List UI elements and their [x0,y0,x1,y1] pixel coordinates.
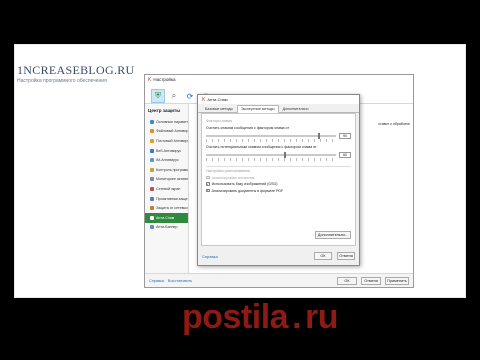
site-tagline: Настройка программного обеспечения [17,78,107,84]
ok-button[interactable]: ОК [337,276,357,285]
cancel-button[interactable]: Отмена [361,276,381,285]
group-recognition: Настройки распознавания [206,169,250,173]
scan-icon[interactable]: ⟳ [183,89,197,103]
checkbox-label: Анализировать документы в формате PDF [211,188,284,193]
divider [206,166,351,167]
settings-sidebar: Центр защиты Основные параметры Файловый … [145,104,189,273]
group-spam-factors: Факторы спама [206,119,232,123]
sidebar-item[interactable]: Проактивная защита [145,194,188,204]
side-note: ставит к обработке [378,122,410,126]
sidebar-item[interactable]: Веб-Антивирус [145,146,188,156]
sidebar-item-icon [150,186,154,191]
sidebar-item[interactable]: Мониторинг активности [145,175,188,185]
sidebar-item[interactable]: Сетевой экран [145,184,188,194]
sidebar-item[interactable]: Основные параметры [145,117,188,127]
sidebar-item-label: Проактивная защита [156,196,188,201]
sidebar-item-label: Сетевой экран [156,186,181,191]
checkbox [206,175,210,180]
slider1-label: Считать спамом сообщения с фактором спам… [206,126,290,130]
sidebar-item-icon [150,129,154,134]
sidebar-list: Основные параметры Файловый Антивирус Почт… [145,117,188,232]
sidebar-item[interactable]: Почтовый Антивирус [145,136,188,146]
watermark-dot: . [292,298,302,336]
watermark-word: postila [182,298,289,336]
sidebar-item-label: Анти-Спам [156,215,175,220]
slider2-row: 60 [206,152,351,158]
window-footer: Справка Восстановить ОК Отмена Применить [145,273,413,287]
dialog-footer: Справка ОК Отмена [198,247,359,265]
sidebar-item-label: Веб-Антивирус [156,148,182,153]
slider1-row: 90 [206,133,351,139]
dialog-tabs: Базовые методы Экспертные методы Дополни… [198,105,359,113]
recognition-checkboxes: Анализировать вложения ✓ Использовать базу… [206,176,351,193]
slider2-label: Считать потенциальным спамом сообщения с… [206,145,317,149]
window-titlebar: K Настройка [145,75,413,84]
dialog-titlebar: K Анти-Спам [198,95,359,104]
sidebar-item-label: Почтовый Антивирус [156,138,188,143]
slider1-thumb[interactable] [317,133,320,139]
sidebar-item[interactable]: Анти-Спам [145,212,188,223]
checkbox-row[interactable]: ✓ Использовать базу изображений (GSG) [206,182,351,186]
sidebar-item[interactable]: IM-Антивирус [145,155,188,165]
sidebar-item[interactable]: Защита от сетевых атак [145,203,188,213]
slider2-ticks [206,158,336,161]
sidebar-item[interactable]: Файловый Антивирус [145,127,188,137]
tab-expert[interactable]: Экспертные методы [236,105,279,113]
spam-threshold-slider[interactable] [206,133,336,139]
screenshot-frame: 1NCREASEBLOG.RU Настройка программного о… [14,44,466,298]
site-logo: 1NCREASEBLOG.RU Настройка программного о… [17,63,135,84]
tab-basic[interactable]: Базовые методы [201,105,237,112]
window-title: Настройка [153,77,176,82]
spam-threshold-input[interactable]: 90 [339,133,351,139]
sidebar-item-label: Мониторинг активности [156,177,188,182]
slider2-thumb[interactable] [284,152,286,158]
sidebar-item-label: Защита от сетевых атак [156,206,188,211]
sidebar-item-icon [150,206,154,211]
sidebar-title: Центр защиты [148,108,181,113]
advanced-button[interactable]: Дополнительно... [315,231,351,239]
help-link[interactable]: Справка [149,279,164,283]
checkbox[interactable]: ✓ [206,189,210,193]
checkbox-row[interactable]: ✓ Анализировать документы в формате PDF [206,189,351,193]
dialog-ok-button[interactable]: ОК [314,252,332,260]
site-name: 1NCREASEBLOG.RU [17,63,135,77]
shield-icon[interactable]: ⛨ [151,89,165,103]
sidebar-item-icon [150,215,154,220]
sidebar-item-icon [150,177,154,182]
sidebar-item-icon [150,158,154,163]
sidebar-item-label: Файловый Антивирус [156,129,188,134]
slider1-ticks [206,139,336,142]
sidebar-item-icon [150,119,154,124]
sidebar-item-label: IM-Антивирус [156,158,179,163]
checkbox-label: Анализировать вложения [211,175,255,180]
sidebar-item-label: Основные параметры [156,119,188,124]
dialog-cancel-button[interactable]: Отмена [337,252,355,260]
apply-button[interactable]: Применить [385,276,409,285]
search-icon[interactable]: ⌕ [167,89,181,103]
sidebar-item-icon [150,196,154,201]
restore-link[interactable]: Восстановить [168,279,192,283]
potential-spam-slider[interactable] [206,152,336,158]
checkbox-row: Анализировать вложения [206,176,351,180]
watermark-tld: ru [305,298,339,336]
sidebar-item[interactable]: Анти-Баннер [145,223,188,233]
sidebar-item-icon [150,138,154,143]
tab-advanced[interactable]: Дополнительно [279,105,313,112]
app-icon: K [148,76,152,83]
postila-watermark: postila . ru [182,298,339,337]
dialog-title: Анти-Спам [207,97,228,102]
potential-spam-input[interactable]: 60 [339,152,351,158]
antispam-dialog: K Анти-Спам Базовые методы Экспертные ме… [197,94,360,266]
sidebar-item-label: Контроль программ [156,167,188,172]
checkbox-label: Использовать базу изображений (GSG) [211,182,278,186]
dialog-app-icon: K [202,96,206,103]
sidebar-item[interactable]: Контроль программ [145,165,188,175]
sidebar-item-icon [150,167,154,172]
expert-panel: Факторы спама Считать спамом сообщения с… [201,113,356,246]
sidebar-item-icon [150,225,154,230]
checkbox[interactable]: ✓ [206,182,210,186]
sidebar-item-label: Анти-Баннер [156,225,178,230]
dialog-help-link[interactable]: Справка [202,254,218,259]
sidebar-item-icon [150,148,154,153]
